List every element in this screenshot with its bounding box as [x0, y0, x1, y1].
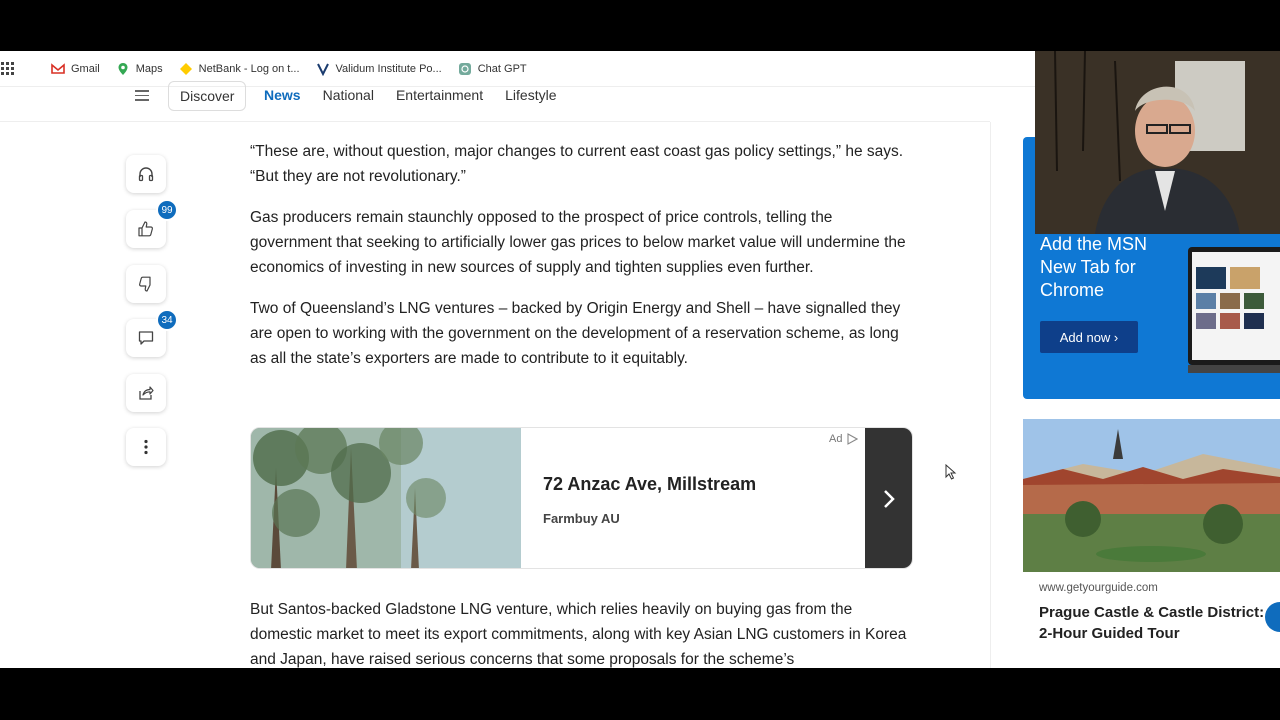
ad-image	[251, 428, 521, 568]
bookmark-label: NetBank - Log on t...	[198, 62, 300, 75]
article-body: “These are, without question, major chan…	[250, 139, 915, 387]
article-paragraph: Two of Queensland’s LNG ventures – backe…	[250, 300, 901, 367]
travel-ad-image[interactable]	[1023, 419, 1280, 572]
thumbs-down-icon	[139, 276, 151, 292]
column-divider	[990, 122, 991, 668]
bookmark-gmail[interactable]: Gmail	[51, 62, 100, 76]
laptop-illustration-icon	[1188, 247, 1280, 373]
property-ad-card[interactable]: Ad 72 Anzac Ave, Millstream Farmbuy AU	[250, 427, 913, 569]
bookmark-label: Maps	[135, 62, 163, 75]
mouse-cursor-icon	[945, 464, 957, 480]
ad-label[interactable]: Ad	[829, 433, 859, 445]
ad-advertiser: Farmbuy AU	[543, 511, 620, 526]
bookmark-chatgpt[interactable]: Chat GPT	[458, 62, 527, 76]
msn-nav-bar: Discover News National Entertainment Lif…	[0, 81, 990, 121]
ad-next-button[interactable]	[865, 428, 912, 568]
listen-button[interactable]	[126, 155, 166, 193]
thumbs-up-icon	[138, 221, 153, 237]
nav-link-news[interactable]: News	[264, 87, 301, 103]
ad-tag-text: Ad	[829, 433, 843, 445]
more-options-button[interactable]	[126, 428, 166, 466]
comment-icon	[138, 331, 154, 345]
ad-title: 72 Anzac Ave, Millstream	[543, 474, 757, 494]
bookmarks-bar: Gmail Maps NetBank - Log on t... Validum…	[0, 51, 1035, 87]
nav-links: News National Entertainment Lifestyle	[264, 87, 556, 103]
add-now-button[interactable]: Add now ›	[1040, 321, 1138, 353]
bookmark-label: Gmail	[71, 62, 100, 75]
nav-link-lifestyle[interactable]: Lifestyle	[505, 87, 556, 103]
article-paragraph: Gas producers remain staunchly opposed t…	[250, 209, 906, 276]
validum-icon	[316, 63, 329, 76]
more-vertical-icon	[144, 439, 148, 455]
hamburger-menu-icon[interactable]	[135, 90, 149, 102]
discover-button[interactable]: Discover	[168, 81, 247, 111]
bookmark-validum[interactable]: Validum Institute Po...	[316, 62, 442, 76]
promo-title: Add the MSN New Tab for Chrome	[1040, 234, 1148, 300]
article-paragraph: But Santos-backed Gladstone LNG venture,…	[250, 601, 907, 668]
nav-divider	[0, 121, 990, 122]
share-button[interactable]	[126, 374, 166, 412]
netbank-icon	[179, 62, 192, 75]
comments-count-badge: 34	[156, 309, 178, 331]
chatgpt-icon	[458, 62, 471, 75]
bookmark-maps[interactable]: Maps	[116, 62, 163, 76]
bookmark-label: Chat GPT	[477, 62, 527, 75]
article-body-continued: But Santos-backed Gladstone LNG venture,…	[250, 597, 915, 668]
webcam-overlay	[1035, 51, 1280, 234]
article-paragraph: “These are, without question, major chan…	[250, 143, 904, 185]
bookmark-label: Validum Institute Po...	[335, 62, 442, 75]
gmail-icon	[51, 62, 65, 74]
likes-count-badge: 99	[156, 199, 178, 221]
travel-ad-source: www.getyourguide.com	[1039, 582, 1158, 594]
nav-link-entertainment[interactable]: Entertainment	[396, 87, 483, 103]
maps-pin-icon	[118, 62, 128, 75]
dislike-button[interactable]	[126, 265, 166, 303]
share-icon	[139, 386, 154, 400]
travel-ad-title[interactable]: Prague Castle & Castle District: 2-Hour …	[1039, 602, 1269, 644]
nav-link-national[interactable]: National	[323, 87, 374, 103]
headphones-icon	[138, 167, 154, 182]
apps-grid-icon[interactable]	[0, 61, 14, 76]
bookmark-netbank[interactable]: NetBank - Log on t...	[179, 62, 300, 76]
ad-choices-icon	[847, 433, 859, 445]
browser-viewport: Gmail Maps NetBank - Log on t... Validum…	[0, 51, 1280, 668]
chevron-right-icon	[883, 490, 895, 508]
